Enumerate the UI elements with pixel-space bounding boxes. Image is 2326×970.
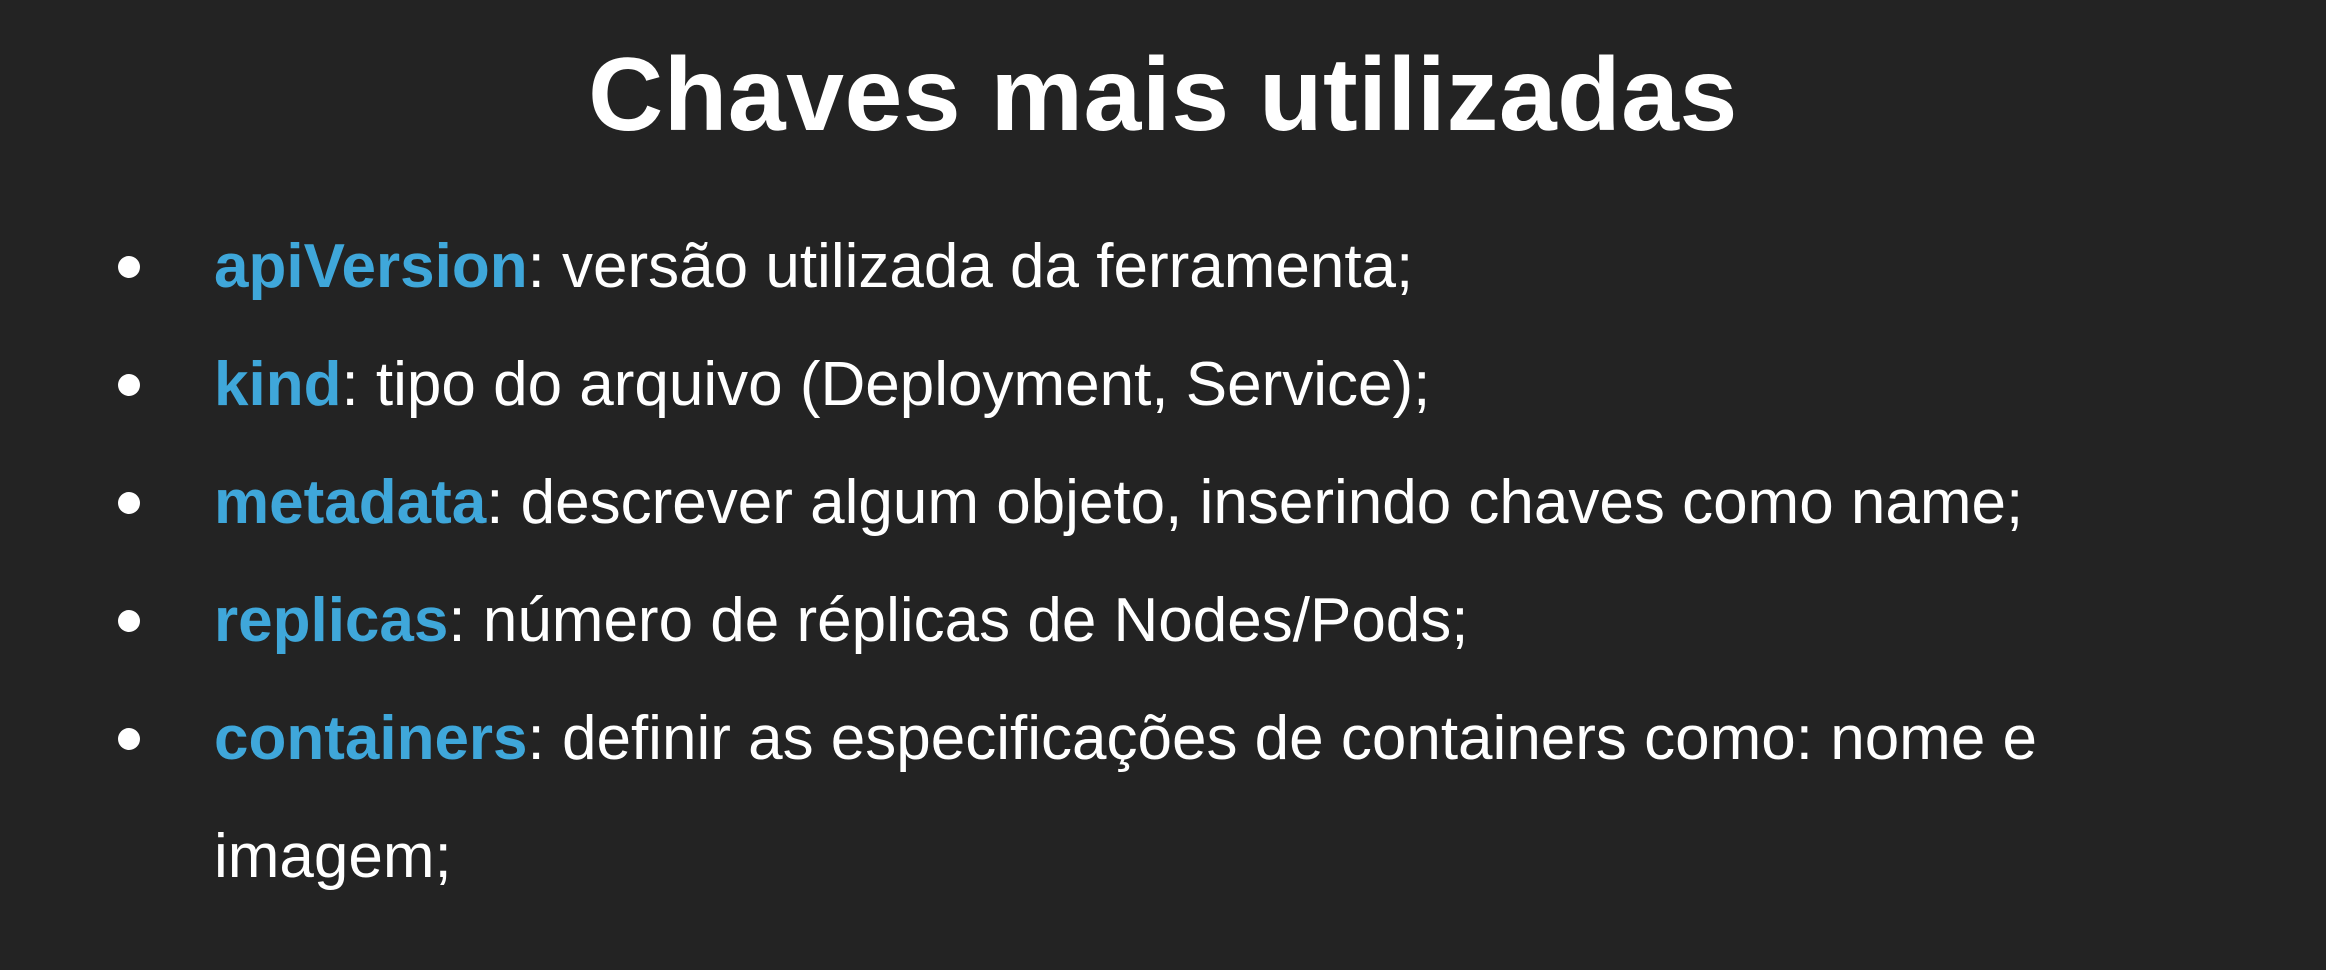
bullet-dot-icon [118, 610, 140, 632]
key-description: : tipo do arquivo (Deployment, Service); [341, 350, 1431, 419]
list-item-kind: kind: tipo do arquivo (Deployment, Servi… [110, 326, 2290, 444]
slide-title: Chaves mais utilizadas [588, 37, 1738, 153]
bullet-dot-icon [118, 256, 140, 278]
key-description: : número de réplicas de Nodes/Pods; [448, 586, 1469, 655]
key-name: metadata [214, 468, 487, 537]
key-name: containers [214, 704, 528, 773]
key-name: apiVersion [214, 232, 528, 301]
list-item-metadata: metadata: descrever algum objeto, inseri… [110, 444, 2290, 562]
key-name: replicas [214, 586, 449, 655]
list-item-replicas: replicas: número de réplicas de Nodes/Po… [110, 562, 2290, 680]
key-description: : versão utilizada da ferramenta; [527, 232, 1414, 301]
bullet-dot-icon [118, 728, 140, 750]
list-item-apiversion: apiVersion: versão utilizada da ferramen… [110, 208, 2290, 326]
slide: Chaves mais utilizadas apiVersion: versã… [0, 0, 2326, 970]
bullet-list: apiVersion: versão utilizada da ferramen… [110, 208, 2290, 916]
bullet-dot-icon [118, 374, 140, 396]
key-description: : descrever algum objeto, inserindo chav… [486, 468, 2024, 537]
key-name: kind [214, 350, 342, 419]
bullet-dot-icon [118, 492, 140, 514]
list-item-containers: containers: definir as especificações de… [110, 680, 2204, 916]
